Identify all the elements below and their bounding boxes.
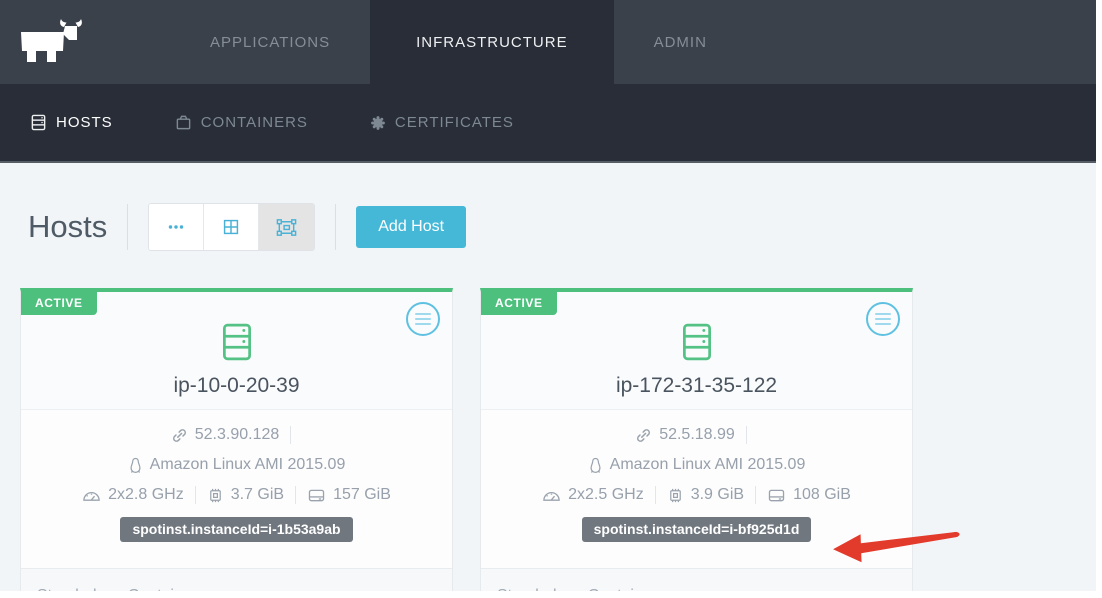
host-os: Amazon Linux AMI 2015.09 bbox=[150, 456, 346, 474]
rancher-app: APPLICATIONS INFRASTRUCTURE ADMIN HOSTS … bbox=[0, 0, 1096, 591]
linux-icon bbox=[128, 457, 143, 474]
nav-applications[interactable]: APPLICATIONS bbox=[170, 0, 370, 84]
list-view-button[interactable] bbox=[149, 204, 204, 250]
grid-view-button[interactable] bbox=[204, 204, 259, 250]
host-specs-row: 2x2.5 GHz 3.9 GiB bbox=[481, 480, 912, 510]
nav-infrastructure[interactable]: INFRASTRUCTURE bbox=[370, 0, 614, 84]
rancher-logo[interactable] bbox=[18, 0, 92, 84]
standalone-containers-label: Stand-alone Containers bbox=[497, 587, 665, 591]
link-icon bbox=[635, 427, 652, 444]
cpu-gauge-icon bbox=[82, 488, 101, 502]
host-cpu: 2x2.5 GHz bbox=[568, 486, 644, 504]
header-divider bbox=[127, 204, 128, 250]
row-divider bbox=[755, 486, 756, 504]
row-divider bbox=[746, 426, 747, 444]
header-divider bbox=[335, 204, 336, 250]
host-name[interactable]: ip-172-31-35-122 bbox=[481, 374, 912, 398]
host-card-2[interactable]: ACTIVE ip-172-31-35-122 bbox=[480, 288, 913, 591]
host-card-details: 52.5.18.99 Amazon Linux AMI 2015.09 bbox=[481, 410, 912, 568]
subnav-hosts-label: HOSTS bbox=[56, 114, 113, 131]
memory-icon bbox=[207, 487, 224, 504]
hosts-page: Hosts bbox=[0, 203, 1096, 591]
cpu-gauge-icon bbox=[542, 488, 561, 502]
main-nav: APPLICATIONS INFRASTRUCTURE ADMIN bbox=[170, 0, 747, 84]
host-tag: spotinst.instanceId=i-1b53a9ab bbox=[120, 517, 352, 542]
host-card-details: 52.3.90.128 Amazon Linux AMI 2015.09 bbox=[21, 410, 452, 568]
host-disk: 157 GiB bbox=[333, 486, 391, 504]
view-toggle-group bbox=[148, 203, 315, 251]
host-ip: 52.3.90.128 bbox=[195, 426, 280, 444]
host-ip-row: 52.5.18.99 bbox=[481, 420, 912, 450]
host-memory: 3.7 GiB bbox=[231, 486, 284, 504]
cow-logo-icon bbox=[18, 19, 90, 65]
host-menu-button[interactable] bbox=[406, 302, 440, 336]
host-cards: ACTIVE ip-10-0-20-39 bbox=[20, 288, 1076, 591]
row-divider bbox=[290, 426, 291, 444]
host-cpu: 2x2.8 GHz bbox=[108, 486, 184, 504]
infrastructure-subnav: HOSTS CONTAINERS CERTIFICATES bbox=[0, 84, 1096, 163]
subnav-certificates-label: CERTIFICATES bbox=[395, 114, 514, 131]
page-header: Hosts bbox=[20, 203, 1076, 251]
nav-admin[interactable]: ADMIN bbox=[614, 0, 747, 84]
subnav-containers-label: CONTAINERS bbox=[201, 114, 308, 131]
disk-icon bbox=[307, 488, 326, 503]
host-disk: 108 GiB bbox=[793, 486, 851, 504]
host-card-1[interactable]: ACTIVE ip-10-0-20-39 bbox=[20, 288, 453, 591]
machine-view-button[interactable] bbox=[259, 204, 314, 250]
subnav-hosts[interactable]: HOSTS bbox=[30, 114, 113, 131]
memory-icon bbox=[667, 487, 684, 504]
host-os-row: Amazon Linux AMI 2015.09 bbox=[481, 450, 912, 480]
top-navbar: APPLICATIONS INFRASTRUCTURE ADMIN bbox=[0, 0, 1096, 84]
host-tag-row: spotinst.instanceId=i-1b53a9ab bbox=[21, 510, 452, 542]
host-specs-row: 2x2.8 GHz 3.7 GiB bbox=[21, 480, 452, 510]
linux-icon bbox=[588, 457, 603, 474]
host-card-footer: Stand-alone Containers bbox=[481, 568, 912, 591]
certificates-icon bbox=[370, 115, 386, 131]
ellipsis-icon bbox=[165, 216, 187, 238]
host-tag: spotinst.instanceId=i-bf925d1d bbox=[582, 517, 812, 542]
page-title: Hosts bbox=[28, 209, 107, 245]
machine-view-icon bbox=[275, 216, 298, 239]
host-os-row: Amazon Linux AMI 2015.09 bbox=[21, 450, 452, 480]
host-card-footer: Stand-alone Containers bbox=[21, 568, 452, 591]
row-divider bbox=[295, 486, 296, 504]
row-divider bbox=[195, 486, 196, 504]
grid-icon bbox=[220, 216, 242, 238]
add-host-button[interactable]: Add Host bbox=[356, 206, 466, 248]
host-server-icon bbox=[678, 322, 716, 362]
status-badge: ACTIVE bbox=[481, 292, 557, 315]
hosts-icon bbox=[30, 114, 47, 131]
host-ip-row: 52.3.90.128 bbox=[21, 420, 452, 450]
subnav-containers[interactable]: CONTAINERS bbox=[175, 114, 308, 131]
standalone-containers-label: Stand-alone Containers bbox=[37, 587, 205, 591]
link-icon bbox=[171, 427, 188, 444]
host-ip: 52.5.18.99 bbox=[659, 426, 735, 444]
host-name[interactable]: ip-10-0-20-39 bbox=[21, 374, 452, 398]
status-badge: ACTIVE bbox=[21, 292, 97, 315]
row-divider bbox=[655, 486, 656, 504]
host-os: Amazon Linux AMI 2015.09 bbox=[610, 456, 806, 474]
host-tag-row: spotinst.instanceId=i-bf925d1d bbox=[481, 510, 912, 542]
host-server-icon bbox=[218, 322, 256, 362]
disk-icon bbox=[767, 488, 786, 503]
subnav-certificates[interactable]: CERTIFICATES bbox=[370, 114, 514, 131]
host-memory: 3.9 GiB bbox=[691, 486, 744, 504]
containers-icon bbox=[175, 114, 192, 131]
host-menu-button[interactable] bbox=[866, 302, 900, 336]
